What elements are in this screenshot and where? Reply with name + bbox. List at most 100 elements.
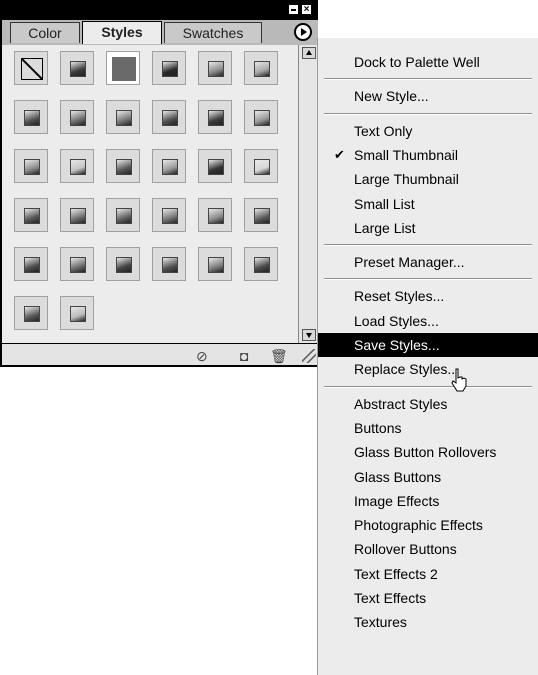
solid-gray	[112, 57, 136, 81]
style-swatch[interactable]	[14, 247, 48, 281]
menu-item[interactable]: Dock to Palette Well	[318, 50, 538, 74]
menu-item-label: Small Thumbnail	[354, 146, 459, 163]
menu-separator	[324, 244, 532, 247]
menu-item[interactable]: Reset Styles...	[318, 284, 538, 308]
scroll-up-arrow-icon[interactable]	[302, 47, 316, 59]
vertical-scrollbar[interactable]	[298, 45, 318, 343]
shadow-box	[208, 159, 224, 175]
medium-gray	[70, 110, 86, 126]
menu-item[interactable]: Photographic Effects	[318, 513, 538, 537]
menu-item[interactable]: Glass Buttons	[318, 465, 538, 489]
style-swatch[interactable]	[198, 100, 232, 134]
scroll-down-arrow-icon[interactable]	[302, 329, 316, 341]
sky-gradient	[24, 159, 40, 175]
style-swatch[interactable]	[198, 198, 232, 232]
style-swatch[interactable]	[106, 247, 140, 281]
style-swatch[interactable]	[152, 247, 186, 281]
chrome-7	[24, 306, 40, 322]
metal-6	[254, 257, 270, 273]
scroll-shape	[254, 110, 270, 126]
style-swatch[interactable]	[60, 149, 94, 183]
checkmark-icon: ✔	[334, 146, 345, 162]
tab-styles[interactable]: Styles	[82, 21, 162, 44]
metal-1	[24, 257, 40, 273]
white-bar	[254, 159, 270, 175]
menu-item[interactable]: Small List	[318, 192, 538, 216]
menu-item-label: Glass Button Rollovers	[354, 444, 497, 461]
menu-item-label: Image Effects	[354, 492, 440, 509]
style-swatch[interactable]	[106, 51, 140, 85]
style-swatch[interactable]	[106, 100, 140, 134]
style-swatch[interactable]	[60, 100, 94, 134]
trash-icon[interactable]: 🗑	[270, 349, 288, 363]
round-glow	[162, 61, 178, 77]
menu-item[interactable]: Abstract Styles	[318, 392, 538, 416]
style-swatch[interactable]	[152, 51, 186, 85]
style-swatch[interactable]	[244, 51, 278, 85]
style-swatch[interactable]	[198, 149, 232, 183]
style-swatch[interactable]	[244, 149, 278, 183]
style-swatch[interactable]	[198, 51, 232, 85]
menu-item-label: Rollover Buttons	[354, 541, 457, 558]
palette-title-bar[interactable]: ×	[0, 0, 318, 20]
menu-item[interactable]: Large List	[318, 216, 538, 240]
chrome-2	[70, 208, 86, 224]
new-style-icon[interactable]: ◘	[240, 349, 248, 363]
menu-item-label: Dock to Palette Well	[354, 54, 480, 70]
menu-item[interactable]: Text Only	[318, 119, 538, 143]
style-swatch[interactable]	[14, 296, 48, 330]
style-swatch[interactable]	[244, 247, 278, 281]
metal-5	[208, 257, 224, 273]
menu-separator	[324, 385, 532, 388]
menu-item[interactable]: New Style...	[318, 84, 538, 108]
menu-item[interactable]: Buttons	[318, 416, 538, 440]
menu-item[interactable]: Large Thumbnail	[318, 167, 538, 191]
menu-item[interactable]: Load Styles...	[318, 309, 538, 333]
palette-bottom-bar: ⊘ ◘ 🗑	[0, 343, 318, 367]
menu-item[interactable]: Glass Button Rollovers	[318, 440, 538, 464]
menu-item-label: New Style...	[354, 88, 429, 105]
style-swatch[interactable]	[14, 100, 48, 134]
style-swatch[interactable]	[14, 198, 48, 232]
style-swatch[interactable]	[60, 247, 94, 281]
menu-item[interactable]: Save Styles...	[318, 333, 538, 357]
menu-separator	[324, 78, 532, 81]
inner-bevel-dark	[70, 61, 86, 77]
style-swatch[interactable]	[14, 149, 48, 183]
clear-style-icon[interactable]: ⊘	[196, 349, 208, 363]
minimize-icon[interactable]	[288, 4, 299, 15]
style-swatch[interactable]	[152, 149, 186, 183]
style-swatch[interactable]	[152, 100, 186, 134]
style-swatch[interactable]	[14, 51, 48, 85]
style-swatch[interactable]	[106, 149, 140, 183]
style-swatch[interactable]	[60, 51, 94, 85]
style-swatch[interactable]	[244, 100, 278, 134]
palette-menu-arrow-icon[interactable]	[294, 23, 312, 41]
resize-grip-icon[interactable]	[302, 349, 316, 363]
tab-swatches[interactable]: Swatches	[164, 22, 262, 43]
menu-item-label: Text Effects	[354, 590, 427, 606]
menu-item-label: Large List	[354, 219, 416, 236]
metal-3	[116, 257, 132, 273]
tab-color[interactable]: Color	[10, 22, 80, 43]
style-swatch[interactable]	[60, 296, 94, 330]
noise-texture	[162, 159, 178, 175]
menu-item[interactable]: Text Effects 2	[318, 562, 538, 586]
close-icon[interactable]: ×	[301, 4, 312, 15]
style-swatch[interactable]	[106, 198, 140, 232]
menu-item[interactable]: ✔ Small Thumbnail	[318, 143, 538, 167]
menu-item[interactable]: Textures	[318, 610, 538, 634]
menu-item[interactable]: Replace Styles...	[318, 357, 538, 381]
menu-item[interactable]: Text Effects	[318, 586, 538, 610]
menu-item-label: Preset Manager...	[354, 254, 465, 271]
style-swatch[interactable]	[244, 198, 278, 232]
chrome-1	[24, 208, 40, 224]
menu-item[interactable]: Rollover Buttons	[318, 537, 538, 561]
menu-item[interactable]: Image Effects	[318, 489, 538, 513]
menu-item[interactable]: Preset Manager...	[318, 250, 538, 274]
style-swatch[interactable]	[60, 198, 94, 232]
menu-item-label: Abstract Styles	[354, 395, 448, 412]
style-swatch[interactable]	[198, 247, 232, 281]
menu-item-label: Save Styles...	[354, 337, 440, 353]
style-swatch[interactable]	[152, 198, 186, 232]
